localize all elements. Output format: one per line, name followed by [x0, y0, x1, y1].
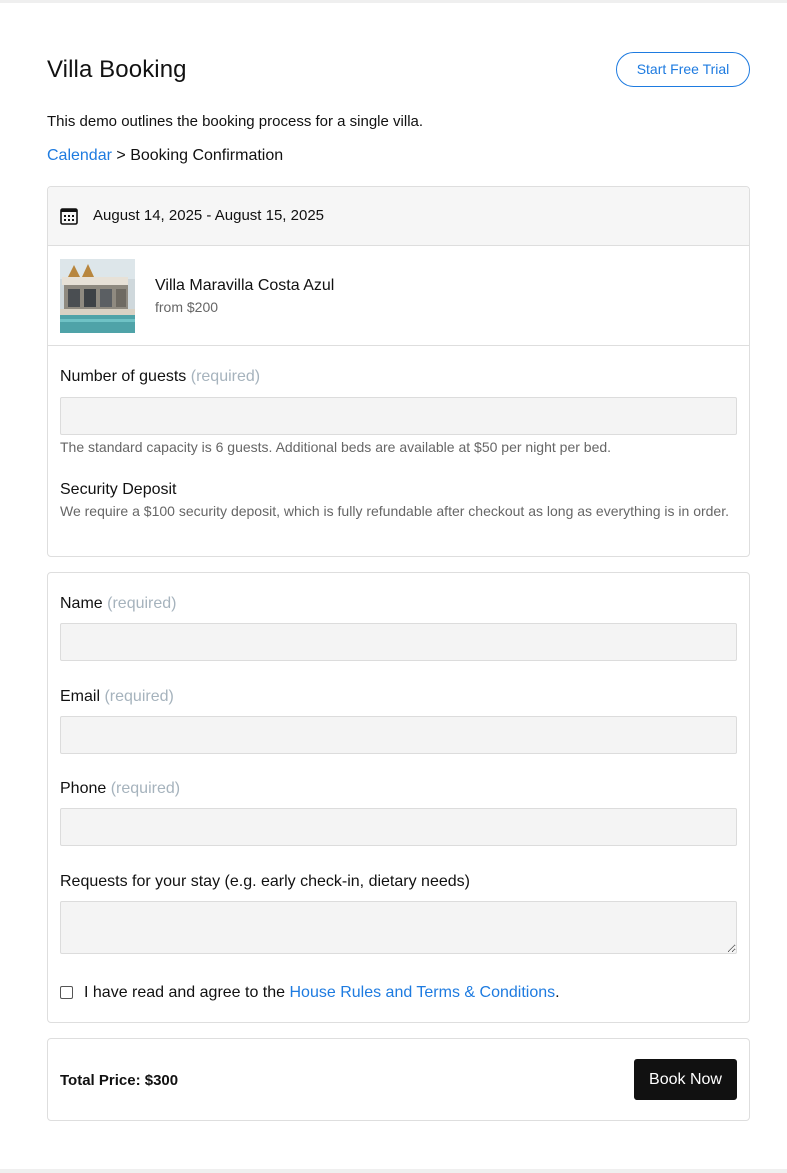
- name-label: Name (required): [60, 595, 177, 613]
- guests-input[interactable]: [60, 397, 737, 435]
- contact-form-card: Name (required) Email (required) Phone (…: [47, 572, 750, 1023]
- top-divider: [0, 0, 787, 3]
- email-input[interactable]: [60, 716, 737, 754]
- date-range-row: August 14, 2025 - August 15, 2025: [48, 187, 749, 246]
- breadcrumb-separator: >: [116, 147, 126, 164]
- name-label-text: Name: [60, 595, 103, 612]
- phone-input[interactable]: [60, 808, 737, 846]
- required-tag: (required): [110, 780, 181, 797]
- terms-checkbox[interactable]: [60, 986, 73, 999]
- guests-label-text: Number of guests: [60, 368, 187, 385]
- breadcrumb-current: Booking Confirmation: [130, 147, 284, 164]
- terms-suffix: .: [555, 984, 560, 1001]
- terms-agreement: I have read and agree to the House Rules…: [60, 984, 740, 1004]
- booking-details-card: August 14, 2025 - August 15, 2025 Villa …: [47, 186, 750, 557]
- book-now-button[interactable]: Book Now: [634, 1059, 737, 1100]
- villa-price: from $200: [155, 299, 219, 315]
- total-price: Total Price: $300: [60, 1072, 179, 1089]
- phone-label: Phone (required): [60, 780, 180, 798]
- terms-text: I have read and agree to the House Rules…: [84, 984, 560, 1002]
- email-label: Email (required): [60, 688, 174, 706]
- start-free-trial-button[interactable]: Start Free Trial: [616, 52, 750, 87]
- page-header: Villa Booking Start Free Trial: [47, 52, 750, 88]
- guests-hint: The standard capacity is 6 guests. Addit…: [60, 439, 612, 455]
- villa-summary: Villa Maravilla Costa Azul from $200: [48, 246, 749, 346]
- email-label-text: Email: [60, 688, 101, 705]
- breadcrumb-calendar-link[interactable]: Calendar: [47, 147, 112, 164]
- requests-label: Requests for your stay (e.g. early check…: [60, 873, 470, 890]
- house-rules-link[interactable]: House Rules and Terms & Conditions: [290, 984, 556, 1001]
- checkout-card: Total Price: $300 Book Now: [47, 1038, 750, 1121]
- villa-photo: [60, 259, 135, 333]
- required-tag: (required): [104, 688, 174, 705]
- name-input[interactable]: [60, 623, 737, 661]
- deposit-heading: Security Deposit: [60, 481, 177, 498]
- breadcrumb: Calendar > Booking Confirmation: [47, 147, 283, 165]
- intro-text: This demo outlines the booking process f…: [47, 113, 424, 130]
- bottom-divider: [0, 1169, 787, 1173]
- page-title: Villa Booking: [47, 56, 187, 83]
- terms-prefix: I have read and agree to the: [84, 984, 286, 1001]
- required-tag: (required): [190, 368, 261, 385]
- phone-label-text: Phone: [60, 780, 107, 797]
- deposit-text: We require a $100 security deposit, whic…: [60, 503, 729, 519]
- requests-textarea[interactable]: [60, 901, 737, 954]
- villa-name: Villa Maravilla Costa Azul: [155, 277, 335, 294]
- date-range: August 14, 2025 - August 15, 2025: [93, 207, 325, 224]
- guests-label: Number of guests (required): [60, 368, 260, 386]
- required-tag: (required): [107, 595, 177, 612]
- calendar-icon: [60, 208, 78, 225]
